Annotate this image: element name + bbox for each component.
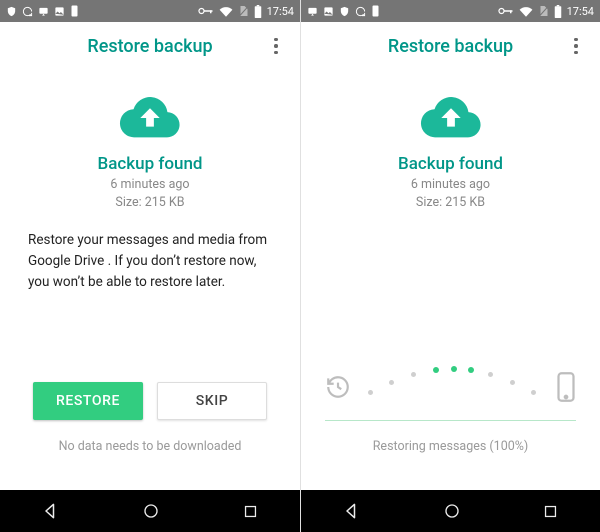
vpn-key-icon [198,6,214,16]
battery-icon [254,5,262,18]
app-bar: Restore backup [0,22,300,70]
phone-icon [556,372,576,406]
image-icon [54,6,65,17]
nav-back-button[interactable] [41,501,61,521]
backup-size: Size: 215 KB [411,194,490,212]
wifi-icon [219,6,233,17]
sync-icon [355,6,366,17]
backup-meta: 6 minutes ago Size: 215 KB [110,176,189,212]
chat-icon [38,6,49,17]
backup-found-label: Backup found [398,154,503,174]
overflow-menu-button[interactable] [256,22,296,70]
restore-progress: Restoring messages (100%) [325,362,576,454]
cloud-upload-icon [420,94,482,142]
transfer-dots [365,366,536,406]
screen-restore-prompt: 17:54 Restore backup Backup found 6 minu… [0,0,300,532]
shield-icon [6,6,17,17]
content: Backup found 6 minutes ago Size: 215 KB … [0,70,300,490]
clock: 17:54 [567,5,594,18]
device-icon [371,5,380,17]
progress-text: Restoring messages (100%) [373,439,529,454]
device-icon [70,5,79,17]
button-row: RESTORE SKIP [0,382,300,420]
status-bar: 17:54 [0,0,300,22]
cloud-upload-icon [119,94,181,142]
skip-button[interactable]: SKIP [157,382,267,420]
vpn-key-icon [498,6,514,16]
backup-age: 6 minutes ago [411,176,490,194]
wifi-icon [519,6,533,17]
page-title: Restore backup [87,36,212,57]
backup-found-label: Backup found [97,154,202,174]
battery-icon [554,5,562,18]
history-icon [325,374,351,404]
download-footnote: No data needs to be downloaded [0,439,300,454]
progress-divider [325,420,576,421]
status-bar: 17:54 [301,0,600,22]
nav-home-button[interactable] [443,502,461,520]
restore-button[interactable]: RESTORE [33,382,143,420]
nav-back-button[interactable] [342,501,362,521]
nav-bar [301,490,600,532]
nav-bar [0,490,300,532]
page-title: Restore backup [388,36,513,57]
chat-icon [307,6,318,17]
nav-recent-button[interactable] [242,503,259,520]
backup-size: Size: 215 KB [110,194,189,212]
nav-home-button[interactable] [142,502,160,520]
app-bar: Restore backup [301,22,600,70]
clock: 17:54 [267,5,294,18]
screen-restoring: 17:54 Restore backup Backup found 6 minu… [300,0,600,532]
backup-age: 6 minutes ago [110,176,189,194]
nav-recent-button[interactable] [542,503,559,520]
shield-icon [339,6,350,17]
no-sim-icon [238,5,249,17]
sync-icon [22,6,33,17]
no-sim-icon [538,5,549,17]
backup-meta: 6 minutes ago Size: 215 KB [411,176,490,212]
overflow-menu-button[interactable] [556,22,596,70]
restore-description: Restore your messages and media from Goo… [28,230,272,293]
image-icon [323,6,334,17]
